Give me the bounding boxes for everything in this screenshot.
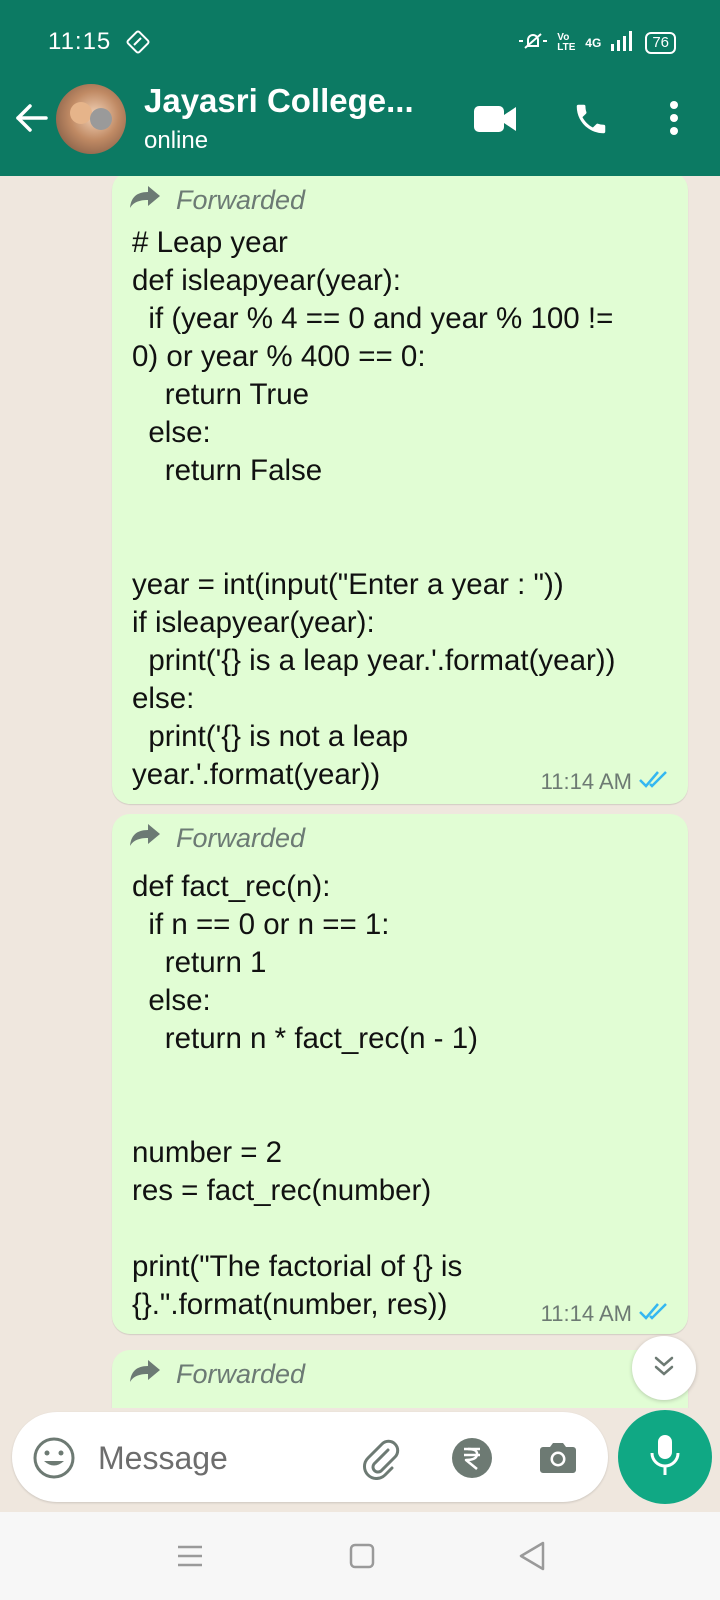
message-bubble[interactable]: Forwarded def fact_rec(n): if n == 0 or … xyxy=(112,814,688,1334)
signal-icon xyxy=(611,31,635,54)
message-text: def fact_rec(n): if n == 0 or n == 1: re… xyxy=(132,870,478,1321)
forwarded-label: Forwarded xyxy=(176,823,306,853)
forwarded-label: Forwarded xyxy=(176,1359,306,1389)
video-call-icon[interactable] xyxy=(474,104,518,139)
arrow-left-icon[interactable] xyxy=(14,100,50,141)
message-meta: 11:14 AM xyxy=(541,1300,672,1328)
forwarded-indicator: Forwarded xyxy=(128,1358,305,1391)
paperclip-icon[interactable] xyxy=(358,1436,402,1485)
data-saver-icon xyxy=(126,30,150,59)
more-vertical-icon[interactable] xyxy=(668,100,680,141)
chat-area[interactable]: Forwarded # Leap year def isleapyear(yea… xyxy=(0,176,720,1408)
mic-icon xyxy=(648,1433,682,1482)
recent-apps-icon[interactable] xyxy=(176,1542,204,1575)
message-composer xyxy=(12,1412,608,1502)
phone-icon[interactable] xyxy=(572,100,610,143)
forwarded-indicator: Forwarded xyxy=(128,822,305,855)
battery-indicator: 76 xyxy=(645,31,676,54)
avatar-image xyxy=(70,102,92,124)
forward-icon xyxy=(128,1358,162,1391)
scroll-to-bottom-button[interactable] xyxy=(632,1336,696,1400)
forward-icon xyxy=(128,184,162,217)
double-check-icon xyxy=(638,1300,672,1328)
forwarded-label: Forwarded xyxy=(176,185,306,215)
camera-icon[interactable] xyxy=(536,1436,580,1485)
chat-title[interactable]: Jayasri College... xyxy=(144,82,414,120)
message-meta: 11:14 AM xyxy=(541,768,672,796)
app-header: 11:15 Vo LTE 4G 76 Jayasri College... on… xyxy=(0,0,720,176)
forward-icon xyxy=(128,822,162,855)
emoji-icon[interactable] xyxy=(32,1436,76,1485)
message-time: 11:14 AM xyxy=(540,1301,632,1326)
chevron-double-down-icon xyxy=(651,1353,677,1384)
home-icon[interactable] xyxy=(348,1542,376,1575)
double-check-icon xyxy=(638,768,672,796)
message-bubble[interactable]: Forwarded # Leap year def isleapyear(yea… xyxy=(112,176,688,804)
message-time: 11:14 AM xyxy=(540,769,632,794)
system-nav-bar xyxy=(0,1512,720,1600)
forwarded-indicator: Forwarded xyxy=(128,184,305,217)
mic-button[interactable] xyxy=(618,1410,712,1504)
avatar[interactable] xyxy=(56,84,126,154)
message-bubble[interactable]: Forwarded xyxy=(112,1350,688,1408)
network-label: 4G xyxy=(585,35,602,50)
status-icons: Vo LTE 4G 76 xyxy=(519,30,676,55)
message-input[interactable] xyxy=(96,1436,340,1480)
chat-status: online xyxy=(144,127,209,154)
status-time: 11:15 xyxy=(48,28,112,55)
rupee-icon[interactable] xyxy=(450,1436,494,1485)
volte-label: Vo LTE xyxy=(557,31,576,53)
message-text: # Leap year def isleapyear(year): if (ye… xyxy=(132,226,616,791)
avatar-image-detail xyxy=(90,108,112,130)
back-icon[interactable] xyxy=(518,1540,546,1577)
mute-icon xyxy=(519,30,548,55)
